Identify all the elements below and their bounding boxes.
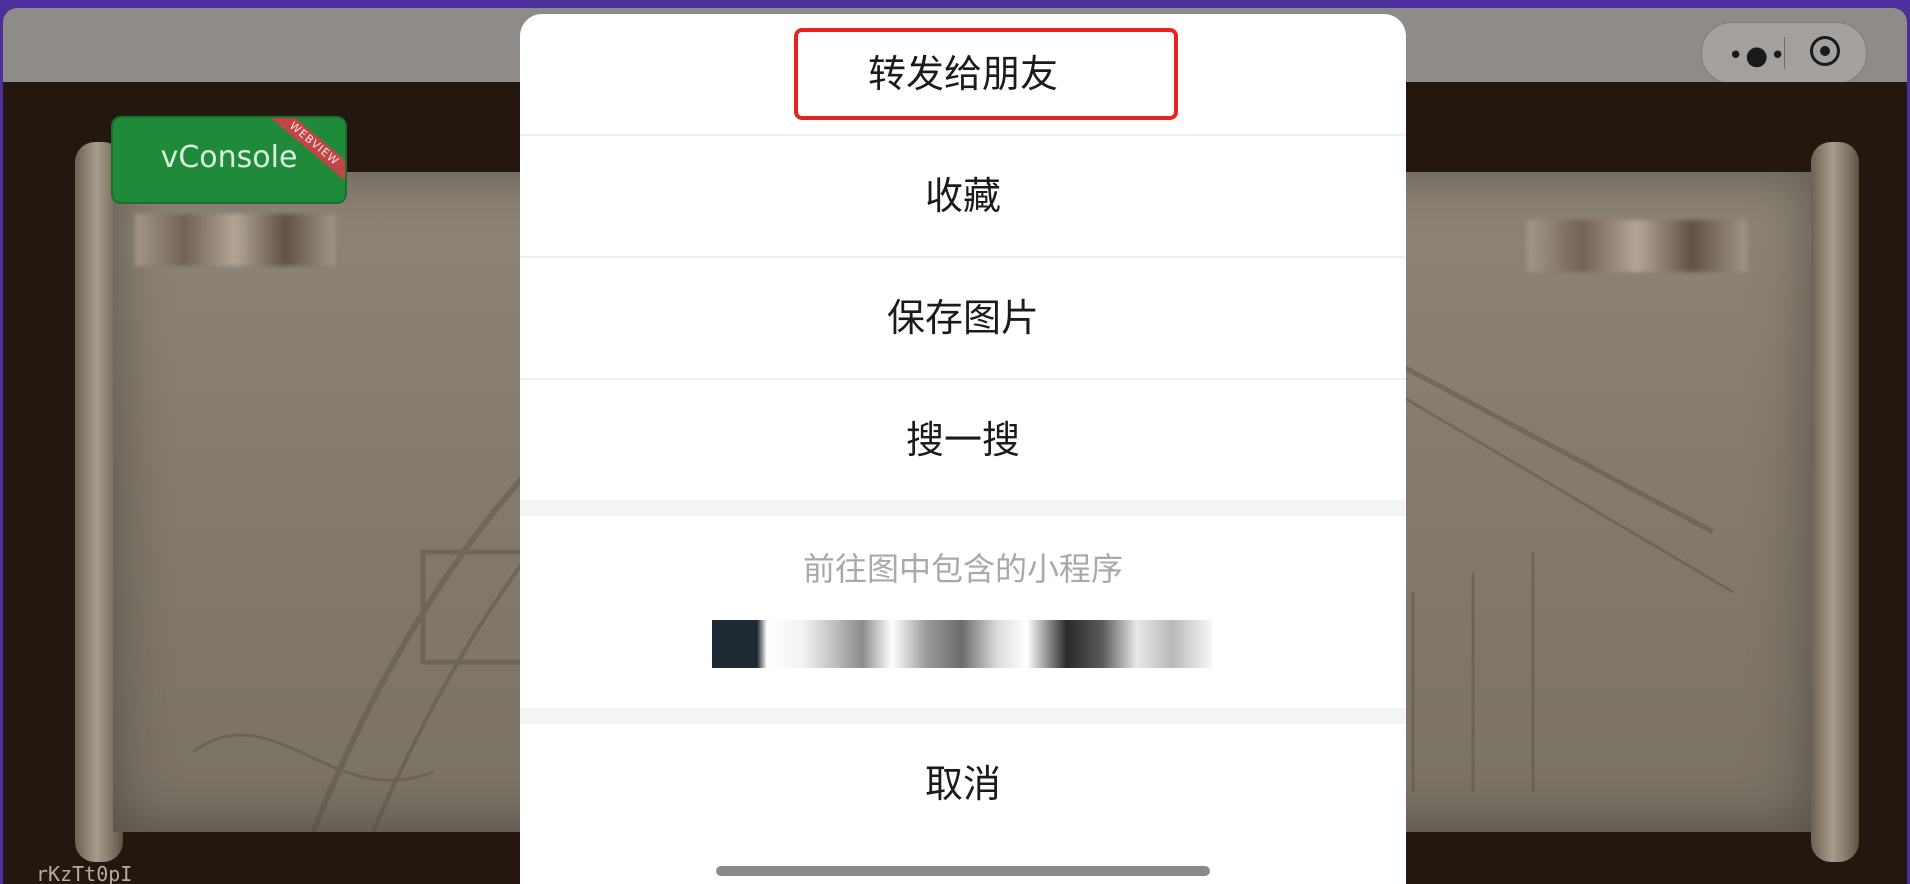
mini-program-name-blurred[interactable] — [712, 620, 1212, 668]
vconsole-label: vConsole — [160, 140, 298, 175]
more-icon[interactable]: •●• — [1728, 41, 1787, 71]
vconsole-button[interactable]: vConsole WEBVIEW — [111, 116, 347, 204]
cancel-label: 取消 — [924, 762, 1001, 806]
capsule-divider — [1784, 37, 1785, 69]
section-gap — [520, 500, 1406, 516]
highlight-box — [794, 28, 1178, 120]
search-item[interactable]: 搜一搜 — [520, 380, 1406, 500]
section-gap — [520, 708, 1406, 724]
save-image-label: 保存图片 — [886, 296, 1039, 340]
close-target-icon[interactable] — [1810, 36, 1840, 66]
search-label: 搜一搜 — [905, 418, 1020, 462]
cancel-button[interactable]: 取消 — [520, 724, 1406, 844]
scroll-roller-right — [1811, 142, 1859, 862]
save-image-item[interactable]: 保存图片 — [520, 258, 1406, 378]
favorite-item[interactable]: 收藏 — [520, 136, 1406, 256]
page-code-label: rKzTt0pI — [36, 862, 133, 884]
favorite-label: 收藏 — [924, 174, 1001, 218]
mini-program-title: 前往图中包含的小程序 — [802, 550, 1123, 588]
blurred-label-left — [135, 214, 335, 266]
home-indicator — [716, 866, 1210, 876]
blurred-label-right — [1527, 220, 1747, 272]
menu-capsule: •●• — [1701, 22, 1867, 84]
action-sheet: 转发给朋友 收藏 保存图片 搜一搜 前往图中包含的小程序 取消 — [520, 14, 1406, 884]
